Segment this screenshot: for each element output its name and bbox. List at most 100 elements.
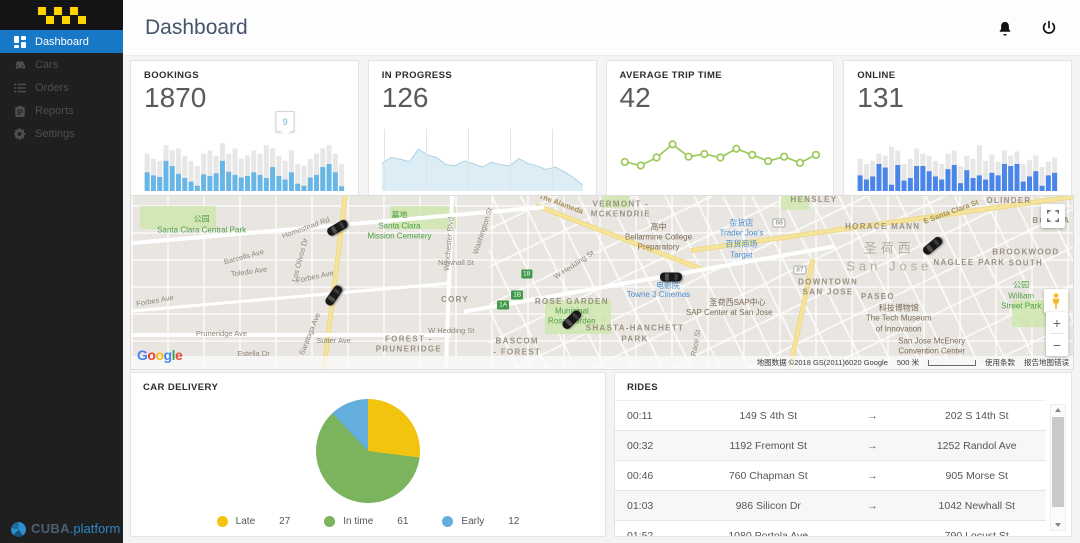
cuba-platform-logo[interactable]: CUBA.platform: [11, 520, 120, 538]
scrollbar-thumb[interactable]: [1052, 417, 1064, 507]
legend-color-dot: [442, 516, 453, 527]
card-average-trip-time-value: 42: [620, 83, 821, 114]
sidebar-item-label: Settings: [35, 128, 75, 140]
legend-value: 12: [508, 516, 519, 527]
car-delivery-legend: Late 27 In time 61 Early12: [131, 516, 605, 527]
map-terms-link[interactable]: 使用条款: [985, 357, 1015, 368]
map-data-attribution: 地图数据 ©2018 GS(2011)6020 Google: [757, 357, 888, 368]
sidebar-item-label: Dashboard: [35, 36, 89, 48]
scrollbar-down-arrow[interactable]: [1051, 520, 1065, 530]
ride-time-cell: 00:32: [615, 440, 699, 452]
ride-time-cell: 01:52: [615, 530, 699, 538]
legend-item-in-time[interactable]: In time 61: [324, 516, 408, 527]
map-scale-text: 500 米: [897, 357, 919, 368]
arrow-icon: →: [838, 440, 908, 452]
average-trip-time-line-chart[interactable]: [620, 125, 821, 183]
map-road: [130, 333, 451, 337]
ride-from-cell: 1192 Fremont St: [699, 440, 838, 452]
map-fullscreen-button[interactable]: [1041, 204, 1065, 228]
ride-to-cell: 1042 Newhall St: [908, 500, 1047, 512]
map-canvas[interactable]: + − Google 地图数据 ©2018 GS(2011)6020 Googl…: [130, 195, 1074, 370]
in-progress-area-chart[interactable]: [382, 129, 583, 191]
legend-value: 61: [397, 516, 408, 527]
dashboard-icon: [13, 35, 26, 48]
sidebar-item-reports[interactable]: Reports: [0, 99, 123, 122]
legend-label: In time: [343, 516, 373, 527]
card-bookings: BOOKINGS 1870 9: [130, 60, 359, 198]
sidebar: Dashboard Cars Orders Reports Settings CUBA.…: [0, 0, 123, 543]
arrow-icon: →: [838, 500, 908, 512]
bar-tooltip-value: 9: [283, 117, 288, 127]
card-in-progress-value: 126: [382, 83, 583, 114]
legend-value: 27: [279, 516, 290, 527]
chart-gridline: [468, 129, 469, 191]
chart-gridline: [384, 129, 385, 191]
rides-scrollbar[interactable]: [1050, 404, 1066, 531]
rides-panel: RIDES 00:11149 S 4th St→202 S 14th St00:…: [614, 372, 1072, 537]
sidebar-item-settings[interactable]: Settings: [0, 122, 123, 145]
map-park: [602, 196, 630, 208]
taxi-checkers-icon: [38, 7, 86, 24]
car-icon: [13, 58, 26, 71]
card-average-trip-time-title: AVERAGE TRIP TIME: [620, 70, 821, 81]
card-bookings-value: 1870: [144, 83, 345, 114]
table-row[interactable]: 00:46760 Chapman St→905 Morse St: [615, 461, 1046, 491]
sidebar-item-orders[interactable]: Orders: [0, 76, 123, 99]
legend-label: Late: [236, 516, 255, 527]
page-title: Dashboard: [145, 16, 248, 40]
arrow-icon: →: [838, 410, 908, 422]
ride-to-cell: 1252 Randol Ave: [908, 440, 1047, 452]
car-delivery-pie-chart[interactable]: [316, 399, 420, 503]
map-report-error-link[interactable]: 报告地图错误: [1024, 357, 1069, 368]
card-online-title: ONLINE: [857, 70, 1058, 81]
sidebar-item-label: Reports: [35, 105, 74, 117]
rides-table: 00:11149 S 4th St→202 S 14th St00:321192…: [615, 400, 1046, 536]
ride-from-cell: 760 Chapman St: [699, 470, 838, 482]
highway-shield: 68: [772, 218, 785, 227]
legend-item-early[interactable]: Early12: [442, 516, 519, 527]
map-scale-bar: [928, 360, 976, 366]
table-row[interactable]: 00:321192 Fremont St→1252 Randol Ave: [615, 431, 1046, 461]
card-online: ONLINE 131: [843, 60, 1072, 198]
scrollbar-up-arrow[interactable]: [1051, 405, 1065, 415]
table-row[interactable]: 01:03986 Silicon Dr→1042 Newhall St: [615, 491, 1046, 521]
taxi-car-marker: [659, 270, 683, 282]
card-average-trip-time: AVERAGE TRIP TIME 42: [606, 60, 835, 198]
ride-from-cell: 149 S 4th St: [699, 410, 838, 422]
ride-from-cell: 986 Silicon Dr: [699, 500, 838, 512]
google-logo[interactable]: Google: [137, 347, 182, 363]
logout-power-icon[interactable]: [1040, 19, 1058, 37]
sidebar-nav: Dashboard Cars Orders Reports Settings: [0, 30, 123, 145]
app-logo: [0, 0, 123, 30]
car-delivery-panel: CAR DELIVERY Late 27 In time 61 Early12: [130, 372, 606, 537]
car-delivery-title: CAR DELIVERY: [131, 373, 605, 397]
notifications-bell-icon[interactable]: [996, 19, 1014, 37]
bottom-panels-row: CAR DELIVERY Late 27 In time 61 Early12 RIDE…: [130, 372, 1072, 537]
header: Dashboard: [123, 0, 1080, 56]
cuba-logo-icon: [11, 522, 26, 537]
map-park: [140, 206, 215, 228]
arrow-icon: →: [838, 470, 908, 482]
sidebar-item-cars[interactable]: Cars: [0, 53, 123, 76]
ride-to-cell: 202 S 14th St: [908, 410, 1047, 422]
map-zoom-in-button[interactable]: +: [1046, 312, 1068, 334]
highway-shield: 87: [793, 266, 806, 275]
transit-stop-badge: 1B: [511, 290, 523, 299]
reports-icon: [13, 104, 26, 117]
transit-stop-badge: 1A: [497, 300, 509, 309]
sidebar-item-dashboard[interactable]: Dashboard: [0, 30, 123, 53]
cuba-suffix: .platform: [70, 521, 121, 536]
ride-time-cell: 01:03: [615, 500, 699, 512]
transit-stop-badge: 18: [521, 269, 532, 278]
bookings-bar-chart[interactable]: 9: [144, 139, 345, 191]
chart-gridline: [510, 129, 511, 191]
map-pegman-button[interactable]: [1044, 289, 1068, 313]
card-in-progress-title: IN PROGRESS: [382, 70, 583, 81]
legend-item-late[interactable]: Late 27: [217, 516, 291, 527]
stat-cards-row: BOOKINGS 1870 9 IN PROGRESS 126 AVERAGE …: [130, 60, 1072, 198]
online-bar-chart[interactable]: [857, 139, 1058, 191]
map-zoom-out-button[interactable]: −: [1046, 334, 1068, 356]
sidebar-item-label: Orders: [35, 82, 69, 94]
table-row[interactable]: 01:521080 Portola Ave→790 Locust St: [615, 521, 1046, 537]
table-row[interactable]: 00:11149 S 4th St→202 S 14th St: [615, 401, 1046, 431]
